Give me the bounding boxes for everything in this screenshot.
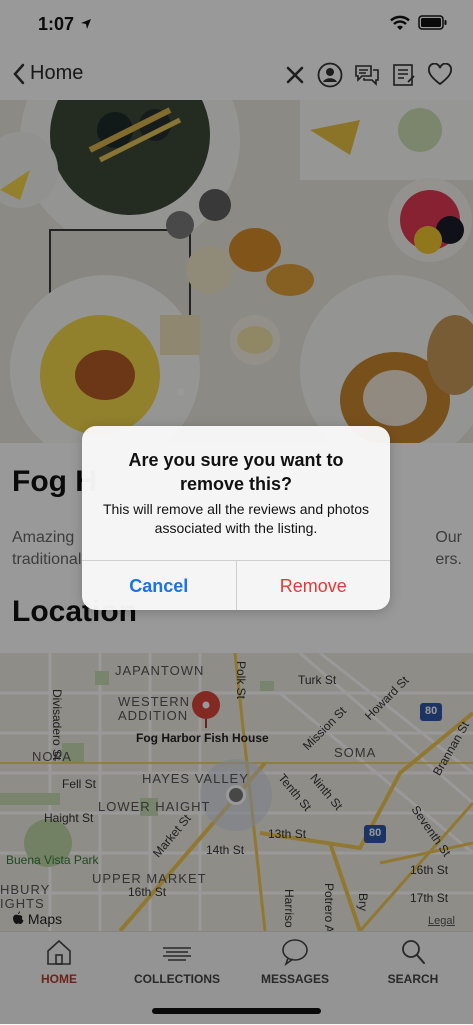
alert-title: Are you sure you want to remove this? [128, 450, 344, 494]
confirm-remove-dialog: Are you sure you want to remove this? Th… [82, 426, 390, 610]
cancel-button[interactable]: Cancel [82, 561, 237, 610]
alert-message: This will remove all the reviews and pho… [102, 501, 370, 536]
remove-button[interactable]: Remove [237, 561, 391, 610]
